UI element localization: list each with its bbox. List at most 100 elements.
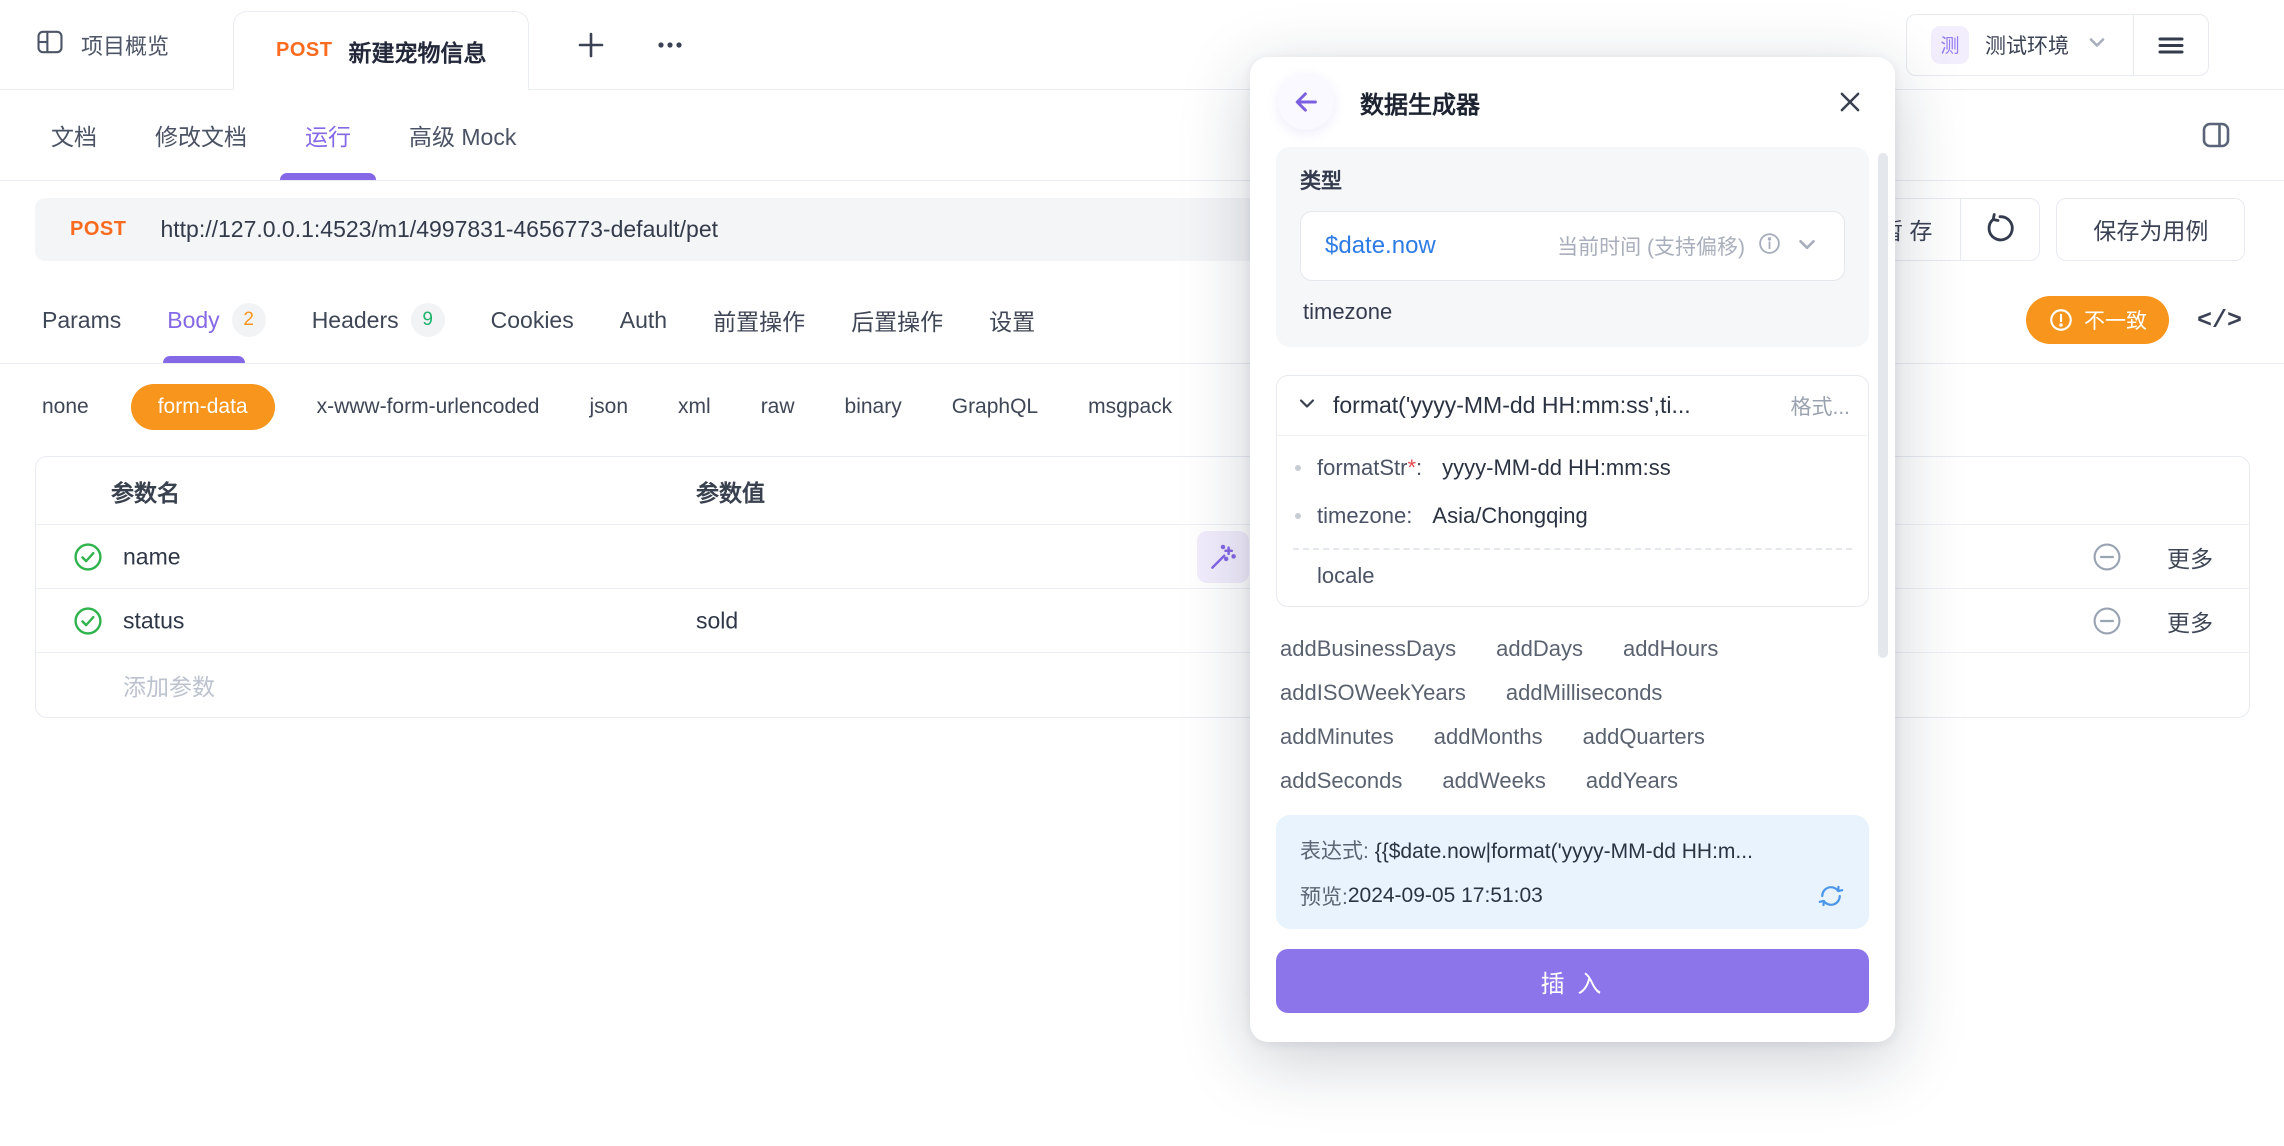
column-header-name: 参数名 (111, 474, 180, 508)
app-window: 项目概览 POST 新建宠物信息 测 测试环境 (0, 0, 2284, 1146)
back-button[interactable] (1278, 74, 1334, 130)
docnav-item-run[interactable]: 运行 (305, 90, 351, 180)
close-button[interactable] (1835, 87, 1865, 117)
param-name: timezone (1317, 503, 1406, 528)
method-addBusinessDays[interactable]: addBusinessDays (1280, 636, 1456, 662)
expression-line: 表达式: {{$date.now|format('yyyy-MM-dd HH:m… (1300, 835, 1845, 865)
inconsistent-badge[interactable]: 不一致 (2026, 296, 2169, 344)
tab-request-title: 新建宠物信息 (348, 34, 486, 68)
environment-menu-button[interactable] (2134, 30, 2208, 60)
param-name-cell[interactable]: name (123, 543, 181, 570)
preview-value: 2024-09-05 17:51:03 (1348, 884, 1543, 908)
param-value-cell[interactable]: sold (696, 607, 738, 634)
chevron-down-icon (1794, 231, 1820, 262)
body-type-x-www-form-urlencoded[interactable]: x-www-form-urlencoded (317, 395, 540, 419)
param-value[interactable]: Asia/Chongqing (1432, 503, 1587, 529)
body-type-json[interactable]: json (589, 395, 628, 419)
popup-title: 数据生成器 (1360, 85, 1480, 120)
tab-headers[interactable]: Headers 9 (312, 277, 445, 363)
tab-project-overview[interactable]: 项目概览 (35, 27, 169, 63)
param-value[interactable]: yyyy-MM-dd HH:mm:ss (1442, 455, 1671, 481)
row-actions: 更多 (2091, 525, 2213, 588)
type-description: 当前时间 (支持偏移) (1557, 231, 1745, 261)
bullet-icon (1295, 465, 1301, 471)
insert-button[interactable]: 插 入 (1276, 949, 1869, 1013)
expression-value: {{$date.now|format('yyyy-MM-dd HH:m... (1375, 840, 1753, 863)
environment-selector[interactable]: 测 测试环境 (1907, 26, 2133, 64)
row-more-button[interactable]: 更多 (2167, 604, 2213, 638)
table-row: status sold 更多 (36, 589, 2249, 653)
locale-item[interactable]: locale (1277, 550, 1868, 606)
body-type-xml[interactable]: xml (678, 395, 711, 419)
row-enabled-checkbox[interactable] (72, 605, 104, 637)
split-panel-toggle[interactable] (2199, 118, 2233, 152)
format-param-row[interactable]: formatStr*: yyyy-MM-dd HH:mm:ss (1295, 444, 1850, 492)
doc-nav: 文档 修改文档 运行 高级 Mock (0, 90, 2284, 181)
method-addMilliseconds[interactable]: addMilliseconds (1506, 680, 1663, 706)
type-section: 类型 $date.now 当前时间 (支持偏移) timezone (1276, 147, 1869, 347)
new-tab-button[interactable] (575, 29, 607, 61)
tab-settings[interactable]: 设置 (989, 277, 1035, 363)
magic-wand-button[interactable] (1197, 531, 1249, 583)
body-type-binary[interactable]: binary (845, 395, 902, 419)
remove-row-button[interactable] (2091, 605, 2123, 637)
method-addHours[interactable]: addHours (1623, 636, 1718, 662)
warning-circle-icon (2048, 307, 2074, 333)
format-header[interactable]: format('yyyy-MM-dd HH:mm:ss',ti... 格式... (1277, 376, 1868, 436)
chevron-down-icon (1295, 391, 1319, 420)
row-more-button[interactable]: 更多 (2167, 540, 2213, 574)
preview-line: 预览: 2024-09-05 17:51:03 (1300, 881, 1845, 911)
tab-auth[interactable]: Auth (620, 277, 667, 363)
method-addQuarters[interactable]: addQuarters (1583, 724, 1705, 750)
method-addDays[interactable]: addDays (1496, 636, 1583, 662)
column-header-value: 参数值 (696, 474, 765, 508)
body-type-row: none form-data x-www-form-urlencoded jso… (0, 364, 2284, 450)
method-addMonths[interactable]: addMonths (1434, 724, 1543, 750)
info-icon[interactable] (1757, 231, 1782, 261)
tab-request-active[interactable]: POST 新建宠物信息 (233, 11, 529, 90)
save-as-case-button[interactable]: 保存为用例 (2056, 198, 2245, 261)
url-method-label: POST (70, 218, 126, 241)
reset-button[interactable] (1961, 199, 2039, 260)
tab-more-button[interactable] (653, 28, 687, 62)
docnav-item-advanced-mock[interactable]: 高级 Mock (409, 90, 516, 180)
remove-row-button[interactable] (2091, 541, 2123, 573)
method-addISOWeekYears[interactable]: addISOWeekYears (1280, 680, 1466, 706)
code-view-toggle[interactable]: </> (2197, 306, 2242, 335)
row-enabled-checkbox[interactable] (72, 541, 104, 573)
body-type-msgpack[interactable]: msgpack (1088, 395, 1172, 419)
project-grid-icon (35, 27, 65, 63)
docnav-item-docs[interactable]: 文档 (51, 90, 97, 180)
method-addMinutes[interactable]: addMinutes (1280, 724, 1394, 750)
expression-preview-card: 表达式: {{$date.now|format('yyyy-MM-dd HH:m… (1276, 815, 1869, 929)
close-icon (1835, 87, 1865, 117)
tab-params[interactable]: Params (42, 277, 121, 363)
param-name-cell[interactable]: status (123, 607, 184, 634)
environment-name: 测试环境 (1985, 30, 2069, 60)
tab-post-operations[interactable]: 后置操作 (851, 277, 943, 363)
type-select[interactable]: $date.now 当前时间 (支持偏移) (1300, 211, 1845, 281)
body-type-graphql[interactable]: GraphQL (952, 395, 1038, 419)
format-signature: format('yyyy-MM-dd HH:mm:ss',ti... (1333, 392, 1776, 419)
method-addSeconds[interactable]: addSeconds (1280, 768, 1402, 794)
tab-body-label: Body (167, 307, 219, 334)
body-type-raw[interactable]: raw (761, 395, 795, 419)
tab-cookies[interactable]: Cookies (491, 277, 574, 363)
tab-pre-operations[interactable]: 前置操作 (713, 277, 805, 363)
body-type-none[interactable]: none (42, 395, 89, 419)
method-addWeeks[interactable]: addWeeks (1442, 768, 1546, 794)
type-sub-item[interactable]: timezone (1300, 299, 1845, 325)
refresh-preview-button[interactable] (1817, 882, 1845, 910)
format-param-row[interactable]: timezone: Asia/Chongqing (1295, 492, 1850, 540)
body-type-form-data[interactable]: form-data (131, 384, 275, 430)
request-tabs: Params Body 2 Headers 9 Cookies Auth 前置操… (0, 277, 2284, 364)
popup-scrollbar[interactable] (1878, 153, 1888, 658)
popup-body: 类型 $date.now 当前时间 (支持偏移) timezone (1250, 147, 1895, 1013)
docnav-item-edit-docs[interactable]: 修改文档 (155, 90, 247, 180)
add-param-row[interactable]: 添加参数 (36, 653, 2249, 717)
tab-body[interactable]: Body 2 (167, 277, 265, 363)
url-text: http://127.0.0.1:4523/m1/4997831-4656773… (160, 216, 718, 243)
param-name: formatStr (1317, 455, 1407, 480)
method-addYears[interactable]: addYears (1586, 768, 1678, 794)
arrow-left-icon (1291, 87, 1321, 117)
